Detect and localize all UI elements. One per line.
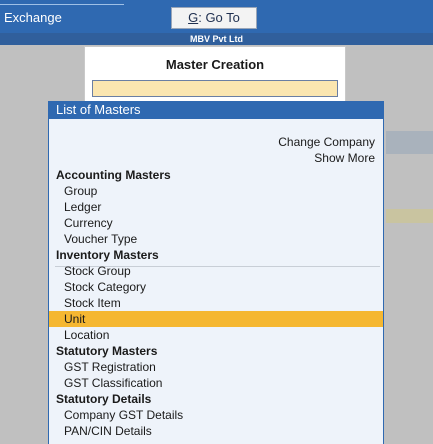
list-of-masters-panel: List of Masters Change Company Show More…: [48, 101, 384, 444]
menu-divider: [0, 4, 124, 5]
master-search-input[interactable]: [92, 80, 338, 97]
exchange-menu[interactable]: Exchange: [4, 10, 62, 25]
group-heading: Accounting Masters: [56, 168, 171, 182]
master-item-unit[interactable]: Unit: [49, 311, 383, 327]
master-item-pan-cin-details[interactable]: PAN/CIN Details: [49, 423, 383, 439]
goto-button[interactable]: G: Go To: [171, 7, 257, 29]
master-item-stock-category[interactable]: Stock Category: [49, 279, 383, 295]
show-more-button[interactable]: Show More: [314, 151, 375, 165]
goto-label: : Go To: [198, 10, 240, 25]
list-of-masters-title: List of Masters: [48, 101, 384, 119]
master-item-stock-group[interactable]: Stock Group: [49, 263, 383, 279]
goto-shortcut-key: G: [188, 10, 199, 25]
group-heading: Inventory Masters: [56, 248, 159, 262]
master-creation-panel: Master Creation: [84, 46, 346, 102]
master-creation-title: Master Creation: [165, 57, 265, 72]
master-item-stock-item[interactable]: Stock Item: [49, 295, 383, 311]
master-item-location[interactable]: Location: [49, 327, 383, 343]
change-company-button[interactable]: Change Company: [278, 135, 375, 149]
master-item-gst-classification[interactable]: GST Classification: [49, 375, 383, 391]
master-item-gst-registration[interactable]: GST Registration: [49, 359, 383, 375]
background-stripe: [386, 131, 433, 154]
top-menu-bar: Exchange G: Go To: [0, 0, 433, 33]
master-item-ledger[interactable]: Ledger: [49, 199, 383, 215]
master-item-group[interactable]: Group: [49, 183, 383, 199]
master-item-currency[interactable]: Currency: [49, 215, 383, 231]
master-item-voucher-type[interactable]: Voucher Type: [49, 231, 383, 247]
group-heading: Statutory Details: [56, 392, 152, 406]
master-item-company-gst-details[interactable]: Company GST Details: [49, 407, 383, 423]
group-heading: Statutory Masters: [56, 344, 158, 358]
background-stripe: [386, 209, 433, 223]
company-name-bar: MBV Pvt Ltd: [0, 33, 433, 45]
